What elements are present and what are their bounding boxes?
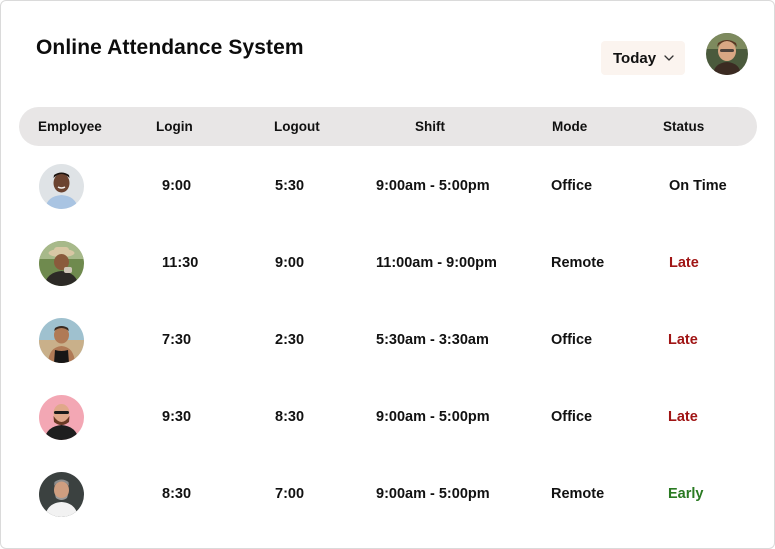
status-badge: Early xyxy=(668,486,704,502)
work-mode: Office xyxy=(551,332,593,348)
login-time: 9:00 xyxy=(162,178,192,194)
work-mode: Office xyxy=(551,409,593,425)
table-row[interactable]: 9:00 5:30 9:00am - 5:00pm Office On Time xyxy=(19,148,757,225)
logout-time: 2:30 xyxy=(275,332,305,348)
employee-avatar[interactable] xyxy=(39,241,84,286)
work-mode: Remote xyxy=(551,486,605,502)
table-row[interactable]: 8:30 7:00 9:00am - 5:00pm Remote Early xyxy=(19,456,757,533)
page-title: Online Attendance System xyxy=(36,36,304,59)
table-row[interactable]: 7:30 2:30 5:30am - 3:30am Office Late xyxy=(19,302,757,379)
table-row[interactable]: 11:30 9:00 11:00am - 9:00pm Remote Late xyxy=(19,225,757,302)
login-time: 8:30 xyxy=(162,486,192,502)
status-badge: On Time xyxy=(669,178,727,194)
status-badge: Late xyxy=(669,255,699,271)
status-badge: Late xyxy=(668,409,698,425)
login-time: 9:30 xyxy=(162,409,192,425)
employee-avatar[interactable] xyxy=(39,318,84,363)
column-header-logout[interactable]: Logout xyxy=(274,107,320,146)
column-header-status[interactable]: Status xyxy=(663,107,704,146)
table-row[interactable]: 9:30 8:30 9:00am - 5:00pm Office Late xyxy=(19,379,757,456)
shift-time: 9:00am - 5:00pm xyxy=(376,178,490,194)
status-badge: Late xyxy=(668,332,698,348)
shift-time: 11:00am - 9:00pm xyxy=(376,255,497,271)
column-header-employee[interactable]: Employee xyxy=(38,107,102,146)
work-mode: Office xyxy=(551,178,593,194)
employee-avatar[interactable] xyxy=(39,395,84,440)
login-time: 11:30 xyxy=(162,255,199,271)
employee-avatar[interactable] xyxy=(39,164,84,209)
date-filter-dropdown[interactable]: Today xyxy=(601,41,685,75)
logout-time: 5:30 xyxy=(275,178,305,194)
attendance-card: Online Attendance System Today Employee … xyxy=(0,0,775,549)
logout-time: 7:00 xyxy=(275,486,305,502)
employee-avatar[interactable] xyxy=(39,472,84,517)
shift-time: 5:30am - 3:30am xyxy=(376,332,489,348)
chevron-down-icon xyxy=(664,53,674,63)
work-mode: Remote xyxy=(551,255,605,271)
date-filter-label: Today xyxy=(613,49,657,67)
column-header-login[interactable]: Login xyxy=(156,107,193,146)
login-time: 7:30 xyxy=(162,332,192,348)
table-header: Employee Login Logout Shift Mode Status xyxy=(19,107,757,146)
shift-time: 9:00am - 5:00pm xyxy=(376,486,490,502)
logout-time: 9:00 xyxy=(275,255,305,271)
shift-time: 9:00am - 5:00pm xyxy=(376,409,490,425)
logout-time: 8:30 xyxy=(275,409,305,425)
user-avatar[interactable] xyxy=(706,33,748,75)
column-header-mode[interactable]: Mode xyxy=(552,107,587,146)
column-header-shift[interactable]: Shift xyxy=(415,107,445,146)
